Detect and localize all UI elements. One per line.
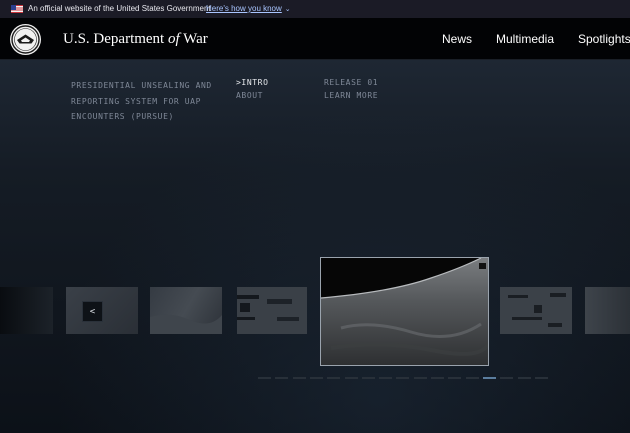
carousel-page-indicator[interactable]: [500, 377, 513, 379]
program-title: PRESIDENTIAL UNSEALING AND REPORTING SYS…: [71, 81, 212, 121]
carousel-page-indicator[interactable]: [310, 377, 323, 379]
carousel-page-indicator[interactable]: [431, 377, 444, 379]
carousel-thumbnail[interactable]: [585, 287, 630, 334]
release-link[interactable]: RELEASE 01: [324, 78, 378, 87]
carousel-page-indicator[interactable]: [293, 377, 306, 379]
intro-link[interactable]: >INTRO: [236, 78, 269, 87]
featured-ufo-image[interactable]: [320, 257, 489, 366]
nav-news[interactable]: News: [442, 32, 472, 46]
us-flag-icon: [11, 5, 23, 13]
about-link[interactable]: ABOUT: [236, 91, 263, 100]
carousel-page-indicator[interactable]: [258, 377, 271, 379]
chevron-down-icon: ⌄: [284, 6, 291, 13]
carousel-page-indicator[interactable]: [345, 377, 358, 379]
carousel-page-indicator[interactable]: [518, 377, 531, 379]
carousel-thumbnail[interactable]: [0, 287, 53, 334]
nav-spotlights[interactable]: Spotlights: [578, 32, 630, 46]
site-title[interactable]: U.S. Department of War: [63, 31, 208, 48]
carousel-page-indicator[interactable]: [448, 377, 461, 379]
carousel-page-indicator[interactable]: [466, 377, 479, 379]
carousel-page-indicator[interactable]: [535, 377, 548, 379]
carousel-page-indicator[interactable]: [483, 377, 496, 379]
gov-banner: An official website of the United States…: [0, 0, 630, 18]
nav-multimedia[interactable]: Multimedia: [496, 32, 554, 46]
heres-how-you-know-link[interactable]: Here's how you know ⌄: [206, 4, 291, 13]
learn-more-link[interactable]: LEARN MORE: [324, 91, 378, 100]
carousel-page-indicator[interactable]: [414, 377, 427, 379]
gov-banner-text: An official website of the United States…: [28, 4, 211, 13]
carousel-thumbnail[interactable]: [237, 287, 307, 334]
carousel-page-indicator[interactable]: [275, 377, 288, 379]
carousel-page-indicator[interactable]: [379, 377, 392, 379]
carousel-page-indicator[interactable]: [327, 377, 340, 379]
pentagon-seal-logo[interactable]: [10, 24, 41, 55]
carousel-page-indicator[interactable]: [396, 377, 409, 379]
carousel-page-indicator[interactable]: [362, 377, 375, 379]
carousel-thumbnail[interactable]: [150, 287, 222, 334]
carousel-prev-button[interactable]: <: [82, 301, 103, 322]
carousel-thumbnail[interactable]: [500, 287, 572, 334]
